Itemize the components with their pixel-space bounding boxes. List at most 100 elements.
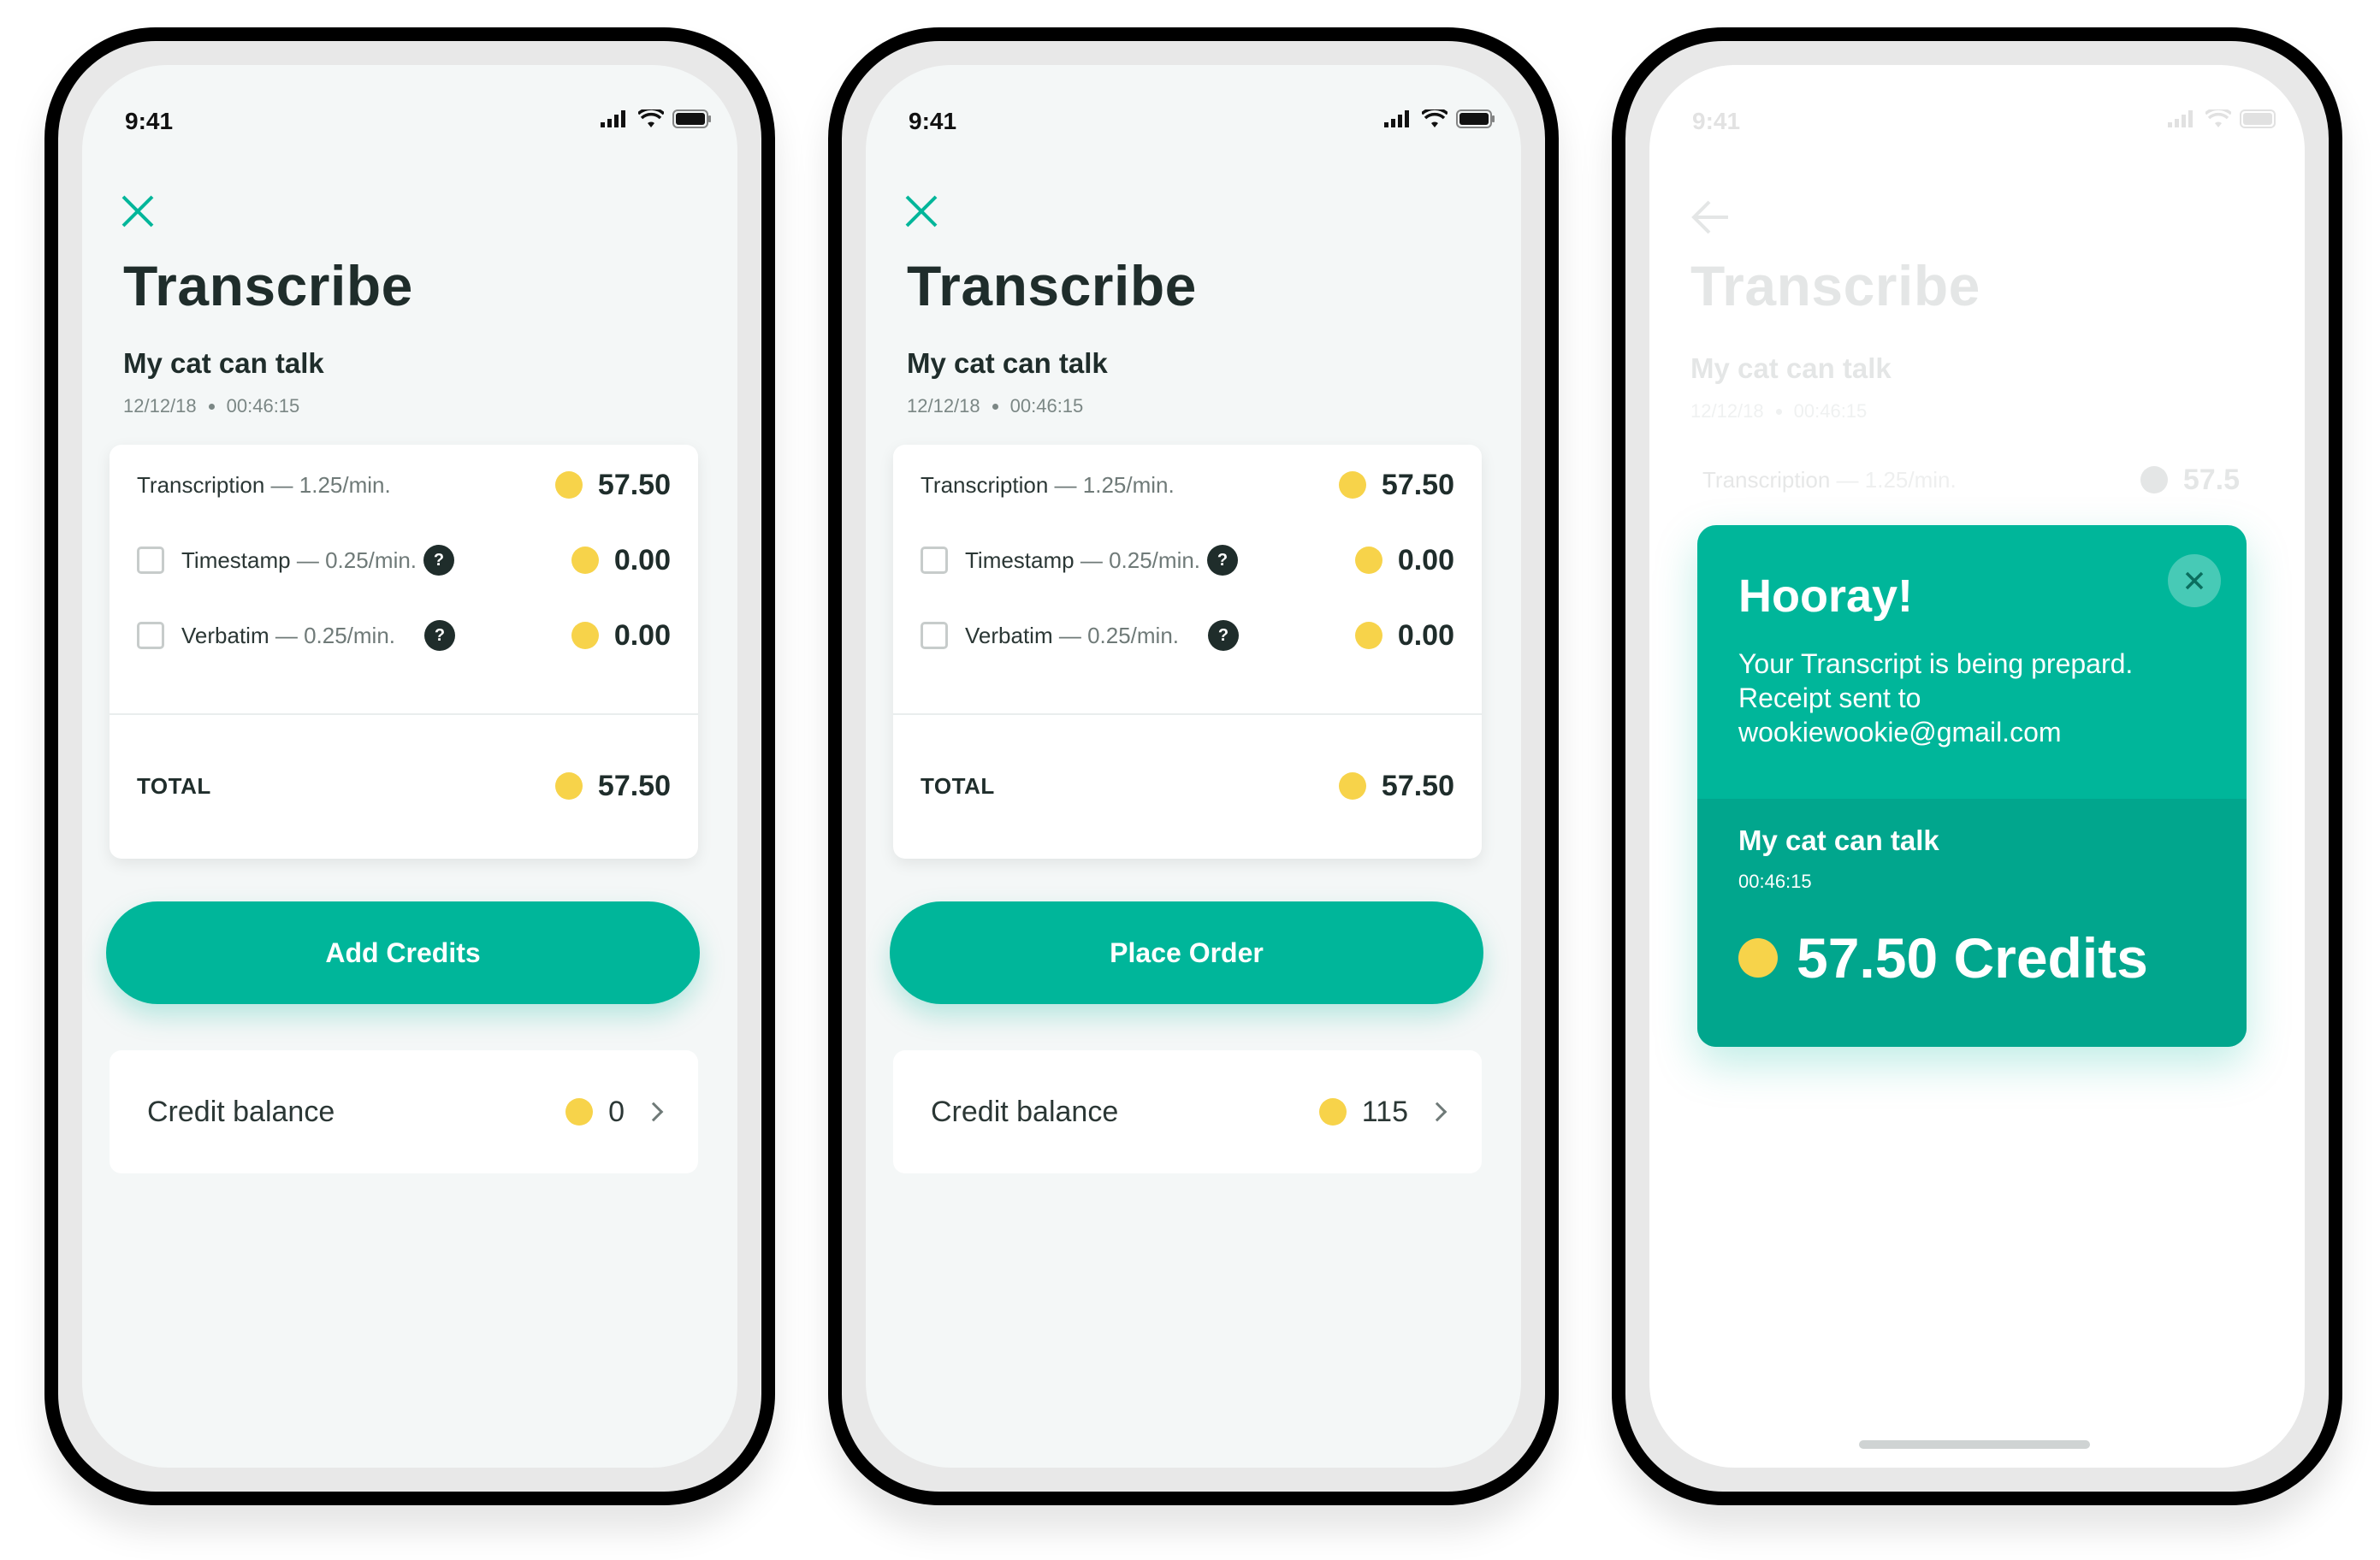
confirmation-modal: Hooray! Your Transcript is being prepard… [1697, 525, 2247, 1047]
credit-balance-row[interactable]: Credit balance 115 [893, 1050, 1482, 1173]
close-icon[interactable] [118, 192, 157, 231]
recording-meta: 12/12/18 00:46:15 [907, 395, 1083, 417]
total-row: TOTAL 57.50 [137, 765, 671, 807]
recording-date: 12/12/18 [123, 395, 197, 417]
coin-icon [2140, 466, 2168, 493]
wifi-icon [2205, 109, 2231, 127]
screen-add-credits: 9:41 Transcribe My cat can talk 12/12/18… [82, 65, 737, 1468]
coin-icon [1354, 622, 1382, 649]
phone-frame-confirmation: 9:41 Transcribe My cat can talk 12/12/18… [1612, 27, 2342, 1505]
line-rate: — 0.25/min. [296, 547, 417, 573]
coin-icon [1354, 547, 1382, 574]
timestamp-checkbox[interactable] [921, 547, 948, 574]
coin-icon [554, 772, 583, 800]
line-rate: — 0.25/min. [275, 622, 396, 648]
battery-icon [672, 109, 711, 128]
line-name: Timestamp [965, 547, 1075, 573]
screen-place-order: 9:41 Transcribe My cat can talk 12/12/18… [866, 65, 1521, 1468]
line-amount: 57.50 [1381, 468, 1454, 501]
coin-icon [565, 1098, 594, 1126]
modal-credits-amount: 57.50 Credits [1797, 926, 2148, 990]
recording-name: My cat can talk [1690, 352, 1892, 384]
coin-icon [554, 471, 583, 499]
line-rate: — 1.25/min. [1836, 466, 1957, 493]
separator-dot [992, 403, 998, 410]
line-amount: 0.00 [613, 543, 671, 576]
line-amount: 0.00 [613, 618, 671, 652]
credit-balance-row[interactable]: Credit balance 0 [110, 1050, 698, 1173]
verbatim-checkbox[interactable] [137, 622, 164, 649]
recording-meta: 12/12/18 00:46:15 [1690, 400, 1867, 422]
receipt-email: wookiewookie@gmail.com [1738, 717, 2062, 748]
modal-recording-name: My cat can talk [1738, 824, 1939, 856]
add-credits-button[interactable]: Add Credits [106, 901, 700, 1004]
separator-dot [1775, 408, 1782, 415]
wifi-icon [638, 109, 664, 127]
total-label: TOTAL [921, 772, 995, 799]
credit-balance-label: Credit balance [931, 1095, 1119, 1128]
line-name: Timestamp [181, 547, 291, 573]
help-icon[interactable]: ? [423, 545, 455, 576]
help-icon[interactable]: ? [424, 620, 456, 651]
signal-icon [601, 110, 625, 127]
coin-icon [571, 622, 599, 649]
back-arrow-icon [1691, 200, 1728, 234]
modal-message-line: Receipt sent to [1738, 682, 1921, 713]
coin-icon [1338, 471, 1366, 499]
coin-icon [1738, 938, 1778, 978]
signal-icon [2168, 110, 2193, 127]
home-indicator[interactable] [1859, 1440, 2090, 1449]
order-summary-card: Transcription — 1.25/min. 57.50 Timestam… [893, 445, 1482, 859]
coin-icon [571, 547, 599, 574]
place-order-button[interactable]: Place Order [890, 901, 1483, 1004]
line-item-transcription: Transcription — 1.25/min. 57.50 [921, 464, 1454, 506]
total-label: TOTAL [137, 772, 211, 799]
total-amount: 57.50 [597, 769, 671, 802]
modal-credits: 57.50 Credits [1738, 925, 2148, 990]
credit-balance-value: 115 [1361, 1095, 1408, 1128]
status-bar: 9:41 [125, 108, 712, 142]
line-item-timestamp: Timestamp — 0.25/min. ? 0.00 [137, 539, 671, 582]
line-rate: — 0.25/min. [1058, 622, 1180, 648]
recording-meta: 12/12/18 00:46:15 [123, 395, 299, 417]
line-rate: — 1.25/min. [1054, 471, 1175, 498]
recording-date: 12/12/18 [907, 395, 980, 417]
line-name: Verbatim [965, 622, 1053, 648]
line-item-transcription: Transcription — 1.25/min. 57.50 [137, 464, 671, 506]
modal-message: Your Transcript is being prepard. Receip… [1738, 647, 2205, 749]
divider [893, 713, 1482, 715]
line-rate: — 1.25/min. [270, 471, 391, 498]
recording-duration: 00:46:15 [1009, 395, 1084, 417]
battery-icon [2240, 109, 2276, 128]
line-item-transcription: Transcription — 1.25/min. 57.5 [1702, 458, 2240, 501]
timestamp-checkbox[interactable] [137, 547, 164, 574]
line-item-verbatim: Verbatim — 0.25/min. ? 0.00 [921, 614, 1454, 657]
screen-confirmation: 9:41 Transcribe My cat can talk 12/12/18… [1649, 65, 2305, 1468]
recording-name: My cat can talk [123, 347, 324, 379]
page-title: Transcribe [123, 254, 413, 317]
page-title: Transcribe [907, 254, 1197, 317]
chevron-right-icon [1427, 1102, 1448, 1122]
line-amount: 57.5 [2182, 463, 2240, 496]
status-time: 9:41 [1692, 108, 1741, 134]
modal-summary: My cat can talk 00:46:15 57.50 Credits [1697, 799, 2247, 1047]
line-amount: 0.00 [1397, 618, 1454, 652]
separator-dot [208, 403, 215, 410]
close-icon[interactable] [902, 192, 941, 231]
recording-name: My cat can talk [907, 347, 1108, 379]
line-name: Transcription [1702, 466, 1831, 493]
line-amount: 57.50 [597, 468, 671, 501]
total-row: TOTAL 57.50 [921, 765, 1454, 807]
phone-frame-add-credits: 9:41 Transcribe My cat can talk 12/12/18… [44, 27, 775, 1505]
total-amount: 57.50 [1381, 769, 1454, 802]
line-item-timestamp: Timestamp — 0.25/min. ? 0.00 [921, 539, 1454, 582]
battery-icon [1456, 109, 1495, 128]
modal-close-button[interactable] [2168, 554, 2221, 607]
recording-date: 12/12/18 [1690, 400, 1764, 422]
help-icon[interactable]: ? [1207, 545, 1239, 576]
verbatim-checkbox[interactable] [921, 622, 948, 649]
page-title: Transcribe [1690, 254, 1980, 317]
help-icon[interactable]: ? [1208, 620, 1240, 651]
modal-message-line: Your Transcript is being prepard. [1738, 648, 2134, 679]
line-name: Verbatim [181, 622, 269, 648]
